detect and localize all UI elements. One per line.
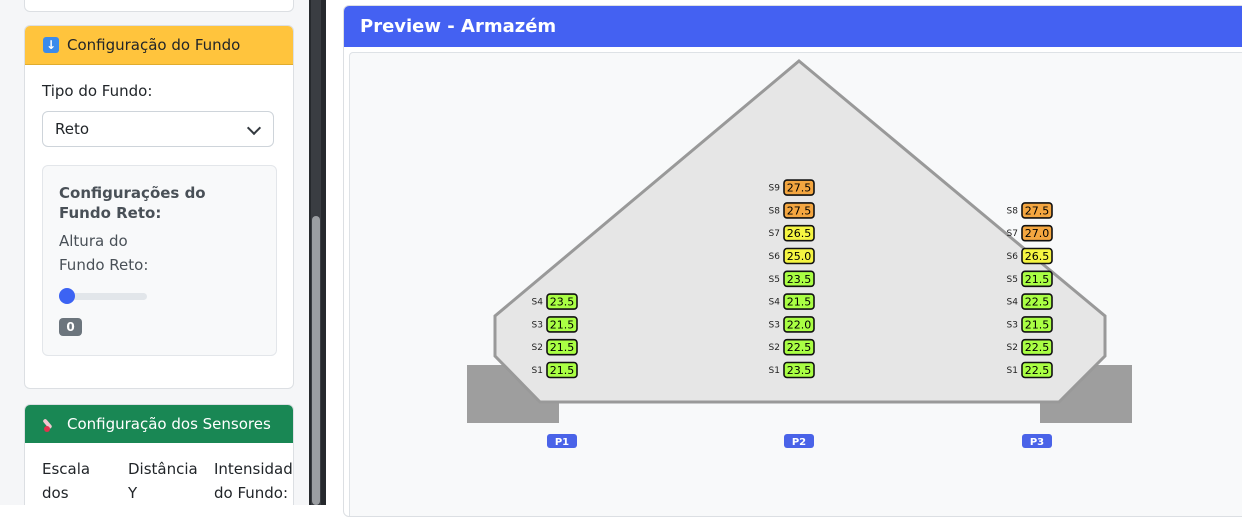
sensor-label: S6: [1007, 252, 1019, 262]
sensor-value: 27.5: [787, 204, 812, 217]
sensor-label: S4: [769, 298, 781, 308]
warehouse-diagram: 21.5 S1 21.5 S2 21.5 S3 23.5 S4 P1 23.5 S1 22.5 S2 22…: [467, 59, 1132, 448]
fundo-card-header[interactable]: ↓ Configuração do Fundo: [25, 26, 293, 65]
sensor-label: S1: [1007, 366, 1018, 376]
sensor-value: 23.5: [550, 296, 575, 309]
sensores-config-card: Configuração dos Sensores Escala dos Dis…: [24, 404, 294, 505]
thermometer-icon: [43, 416, 59, 432]
sensor-label: S1: [532, 366, 543, 376]
tipo-fundo-select[interactable]: Reto: [42, 111, 274, 147]
sensor-label: S7: [1007, 229, 1018, 239]
sensor-label: S4: [532, 298, 544, 308]
sensor-value: 23.5: [787, 273, 812, 286]
scrollbar-thumb[interactable]: [312, 216, 320, 505]
sensor-value: 21.5: [550, 341, 575, 354]
sensor-value: 27.5: [1025, 204, 1050, 217]
fundo-config-card: ↓ Configuração do Fundo Tipo do Fundo: R…: [24, 25, 294, 389]
sensor-value: 25.0: [787, 250, 812, 263]
sensor-value: 27.5: [787, 182, 812, 195]
fundo-reto-settings: Configurações do Fundo Reto: Altura do F…: [42, 165, 277, 356]
sensor-value: 27.0: [1025, 227, 1050, 240]
sensores-card-header[interactable]: Configuração dos Sensores: [25, 405, 293, 443]
sensor-value: 26.5: [787, 227, 812, 240]
sensor-label: S8: [769, 206, 781, 216]
distancia-label: Distância Y: [128, 460, 198, 502]
settings-panel: ↓ Configuração do Fundo Tipo do Fundo: R…: [0, 0, 309, 505]
sensor-value: 22.5: [1025, 364, 1050, 377]
sensor-value: 22.5: [1025, 296, 1050, 309]
fundo-card-title: Configuração do Fundo: [67, 36, 241, 54]
sensor-label: S1: [769, 366, 780, 376]
sensor-label: S3: [1007, 320, 1018, 330]
intensidade-label: Intensidade do Fundo:: [214, 460, 294, 502]
escala-label: Escala dos: [42, 460, 91, 502]
sensor-label: S8: [1007, 206, 1019, 216]
sensor-value: 22.5: [1025, 341, 1050, 354]
pendulum-label: P2: [792, 437, 806, 448]
sensores-card-title: Configuração dos Sensores: [67, 415, 271, 433]
sensor-label: S6: [769, 252, 781, 262]
sensor-value: 23.5: [787, 364, 812, 377]
sensor-label: S5: [1007, 275, 1018, 285]
sensor-label: S2: [532, 343, 543, 353]
preview-card: Preview - Armazém 21.5 S1 21.5 S2 21.5 S3 23.5…: [343, 5, 1242, 517]
sensor-value: 21.5: [1025, 273, 1050, 286]
sensor-label: S4: [1007, 298, 1019, 308]
sensor-label: S2: [769, 343, 780, 353]
sensor-label: S7: [769, 229, 780, 239]
pendulum-label: P3: [1030, 437, 1044, 448]
sensor-label: S3: [769, 320, 780, 330]
sensor-label: S2: [1007, 343, 1018, 353]
sensor-value: 21.5: [1025, 318, 1050, 331]
preview-header: Preview - Armazém: [344, 6, 1242, 47]
altura-value-badge: 0: [59, 318, 82, 336]
arrow-down-icon: ↓: [43, 37, 59, 53]
sensor-value: 26.5: [1025, 250, 1050, 263]
preview-title: Preview - Armazém: [360, 16, 557, 37]
fundo-reto-title: Configurações do Fundo Reto:: [59, 184, 206, 222]
sensor-label: S9: [769, 184, 781, 194]
previous-card: [24, 0, 294, 12]
sensor-value: 22.5: [787, 341, 812, 354]
altura-slider-thumb[interactable]: [59, 288, 75, 304]
sensor-value: 22.0: [787, 318, 812, 331]
sensor-label: S5: [769, 275, 780, 285]
chevron-down-icon: [246, 120, 262, 136]
preview-canvas: 21.5 S1 21.5 S2 21.5 S3 23.5 S4 P1 23.5 S1 22.5 S2 22…: [349, 52, 1242, 516]
sensor-value: 21.5: [787, 296, 812, 309]
tipo-fundo-label: Tipo do Fundo:: [42, 82, 153, 100]
tipo-fundo-value: Reto: [55, 120, 90, 138]
sensor-value: 21.5: [550, 318, 575, 331]
altura-label: Altura do Fundo Reto:: [59, 232, 149, 274]
pendulum-label: P1: [555, 437, 569, 448]
sensor-value: 21.5: [550, 364, 575, 377]
sensor-label: S3: [532, 320, 543, 330]
